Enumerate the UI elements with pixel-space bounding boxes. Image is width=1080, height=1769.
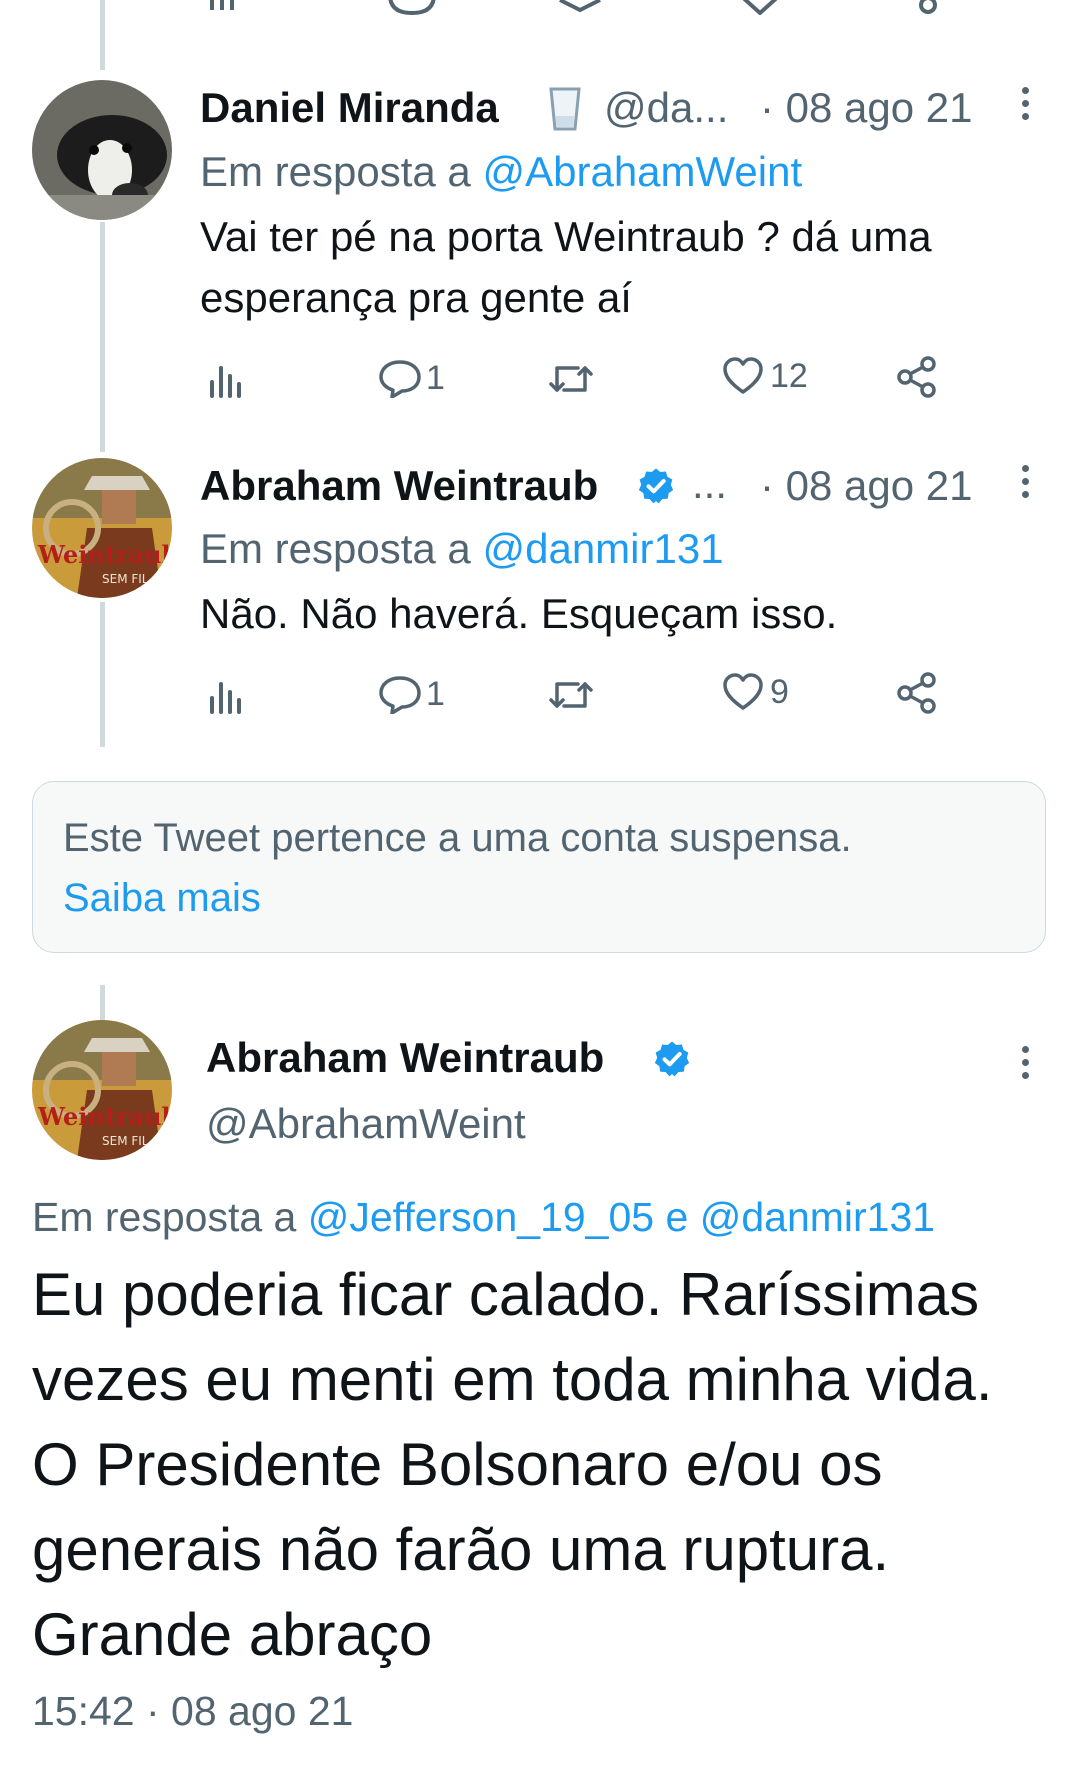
avatar-abraham-weintraub[interactable]: Weintraub SEM FIL [32,458,172,598]
avatar-daniel-miranda[interactable] [32,80,172,220]
suspended-account-notice: Este Tweet pertence a uma conta suspensa… [32,781,1046,953]
reply-conjunction: e [665,1194,689,1240]
retweet-button[interactable] [548,360,594,398]
reply-icon [379,676,421,714]
reply-mention-link[interactable]: @danmir131 [482,525,723,572]
reply-button[interactable]: 1 [378,674,445,714]
share-icon [897,356,936,398]
share-icon [897,672,936,714]
reply-context: Em resposta a @danmir131 [200,525,724,573]
avatar-abraham-weintraub[interactable]: Weintraub SEM FIL [32,1020,172,1160]
author-name[interactable]: Abraham Weintraub [200,462,598,510]
more-options-icon[interactable] [1022,465,1032,504]
like-button[interactable]: 12 [722,356,808,396]
verified-badge-icon [636,466,676,511]
heart-icon [723,357,763,394]
previous-tweet-actions [200,0,960,15]
reply-prefix: Em resposta a [32,1194,297,1240]
more-options-icon[interactable] [1022,87,1032,126]
tweet-text: Não. Não haverá. Esqueçam isso. [200,590,838,637]
reply-prefix: Em resposta a [200,148,471,195]
analytics-icon [210,682,241,714]
author-handle[interactable]: @AbrahamWeint [206,1100,526,1148]
svg-text:Weintraub: Weintraub [37,1102,172,1131]
analytics-button[interactable] [208,678,244,714]
svg-text:SEM FIL: SEM FIL [102,1134,149,1148]
reply-count: 1 [426,358,445,397]
reply-mention-link[interactable]: @danmir131 [700,1194,935,1240]
like-count: 12 [770,356,808,395]
thread-line [100,985,105,1020]
previous-actions-icons [210,0,937,15]
reply-context: Em resposta a @Jefferson_19_05 e @danmir… [32,1194,935,1241]
retweet-icon [549,682,593,708]
heart-icon [723,673,763,710]
analytics-button[interactable] [208,362,244,398]
main-tweet-text: Eu poderia ficar calado. Raríssimas veze… [32,1261,993,1668]
share-button[interactable] [896,672,938,714]
analytics-icon [210,366,241,398]
like-count: 9 [770,672,789,711]
like-button[interactable]: 9 [722,672,789,712]
retweet-icon [549,366,593,392]
author-handle[interactable]: @da... [604,84,728,132]
reply-context: Em resposta a @AbrahamWeint [200,148,802,196]
thread-line [100,222,105,452]
verified-badge-icon [652,1039,692,1084]
author-handle[interactable]: ... [692,460,727,508]
reply-prefix: Em resposta a [200,525,471,572]
author-name[interactable]: Daniel Miranda [200,84,499,132]
thread-line [100,0,105,70]
reply-icon [379,360,421,398]
reply-count: 1 [426,674,445,713]
learn-more-link[interactable]: Saiba mais [63,876,261,921]
thread-line [100,602,105,747]
reply-mention-link[interactable]: @Jefferson_19_05 [308,1194,654,1240]
more-options-icon[interactable] [1022,1046,1032,1085]
tweet-time[interactable]: · 08 ago 21 [760,84,973,132]
suspended-notice-text: Este Tweet pertence a uma conta suspensa… [63,816,852,860]
svg-text:Weintraub: Weintraub [37,540,172,569]
share-button[interactable] [896,356,938,398]
author-name[interactable]: Abraham Weintraub [206,1034,604,1082]
svg-text:SEM FIL: SEM FIL [102,572,149,586]
retweet-button[interactable] [548,676,594,714]
tweet-time[interactable]: · 08 ago 21 [760,462,973,510]
tweet-timestamp[interactable]: 15:42 · 08 ago 21 [32,1688,353,1735]
tweet-text: Vai ter pé na porta Weintraub ? dá uma e… [200,213,932,321]
reply-button[interactable]: 1 [378,358,445,398]
reply-mention-link[interactable]: @AbrahamWeint [482,148,802,195]
cup-icon [548,86,582,137]
